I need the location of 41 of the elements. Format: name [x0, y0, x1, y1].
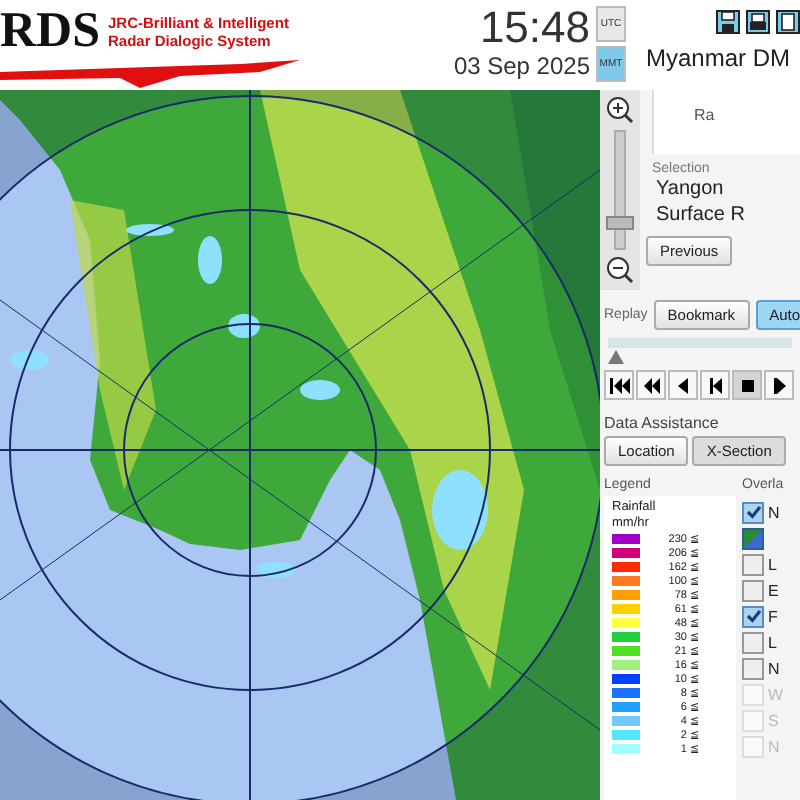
step-back-button[interactable]: [700, 370, 730, 400]
color-map-icon[interactable]: [742, 527, 764, 549]
overlay-label: F: [768, 607, 778, 625]
overlay-label: L: [768, 555, 777, 573]
document-icon[interactable]: [776, 10, 800, 34]
overlay-label: N: [768, 737, 780, 755]
rewind-icon: [641, 377, 661, 393]
overlay-label: L: [768, 633, 777, 651]
overlay-label: N: [768, 659, 780, 677]
overlay-checkbox[interactable]: [742, 579, 764, 601]
overlay-label: S: [768, 711, 779, 729]
overlay-label: E: [768, 581, 779, 599]
play-reverse-button[interactable]: [668, 370, 698, 400]
step-forward-button[interactable]: [764, 370, 794, 400]
zoom-slider-thumb[interactable]: [606, 216, 634, 231]
save-icon[interactable]: [716, 10, 740, 34]
stop-button[interactable]: [732, 370, 762, 400]
clock-time: 15:48: [479, 4, 590, 52]
selection-value: Surface R: [654, 202, 747, 228]
site-name: Myanmar DM: [646, 44, 793, 72]
clock-date: 03 Sep 2025: [453, 52, 590, 82]
stop-icon: [737, 377, 757, 393]
overlay-label: N: [768, 503, 780, 521]
selection-value: Yangon: [654, 176, 726, 202]
data-assistance-title: Data Assistance: [602, 412, 721, 436]
overlay-checkbox[interactable]: [742, 501, 764, 523]
step-back-icon: [705, 377, 725, 393]
overlay-label: W: [768, 685, 784, 703]
overlay-checkbox[interactable]: [742, 605, 764, 627]
logo-text: RDS: [0, 8, 101, 56]
overlay-checkbox[interactable]: [742, 553, 764, 575]
play-reverse-icon: [673, 377, 693, 393]
overlay-checkbox[interactable]: [742, 631, 764, 653]
zoom-in-icon[interactable]: [606, 96, 634, 124]
zoom-out-icon[interactable]: [606, 256, 634, 284]
skip-to-start-icon: [609, 377, 629, 393]
overlay-checkbox[interactable]: [742, 657, 764, 679]
rewind-button[interactable]: [636, 370, 666, 400]
first-frame-button[interactable]: [604, 370, 634, 400]
info-label: Ra: [694, 106, 715, 124]
step-forward-icon: [769, 377, 789, 393]
